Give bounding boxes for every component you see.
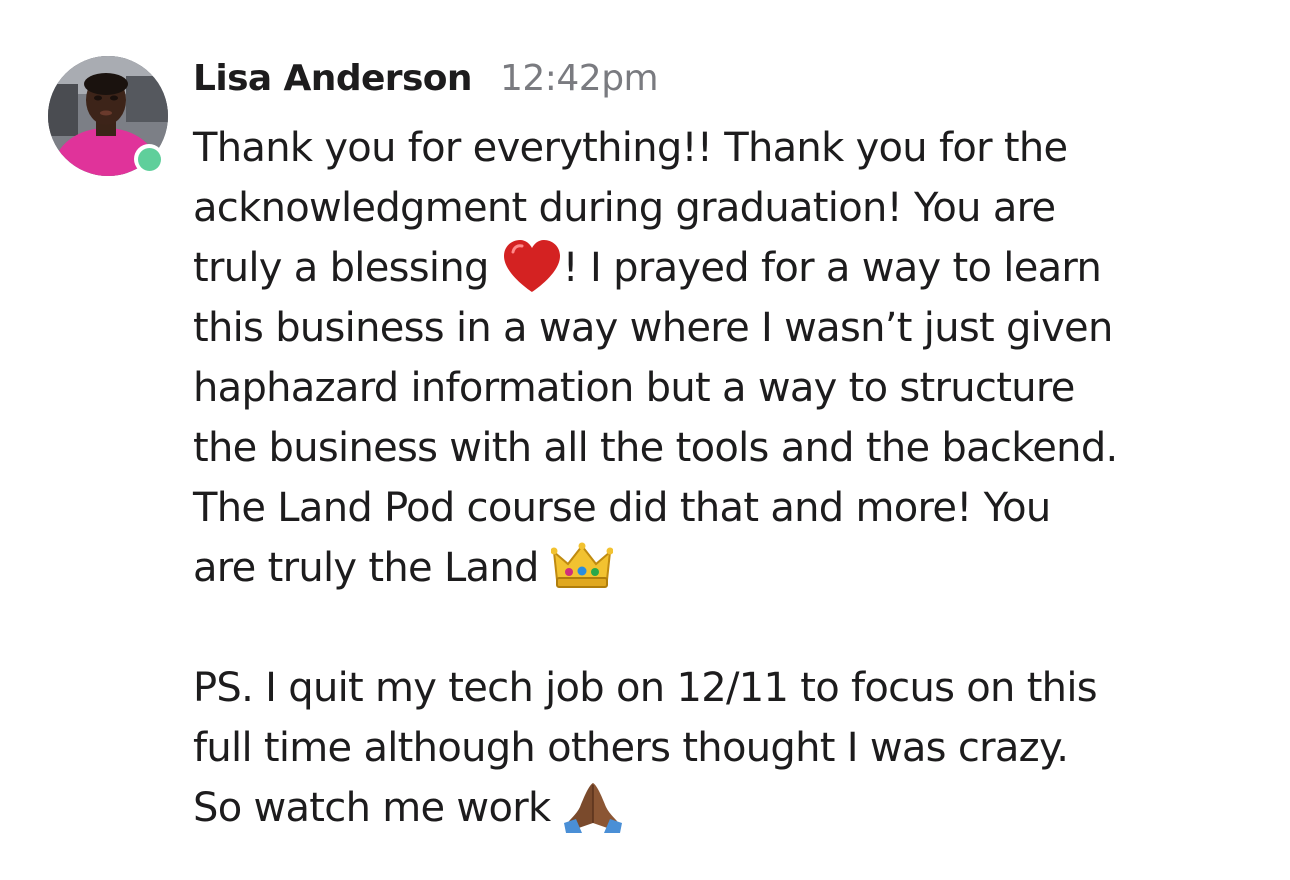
- message-text: the business with all the tools and the …: [193, 425, 1118, 471]
- message-body: Thank you for everything!! Thank you for…: [193, 118, 1273, 838]
- message-text: ! I prayed for a way to learn: [562, 245, 1102, 291]
- message-line: acknowledgment during graduation! You ar…: [193, 178, 1273, 238]
- crown-icon: [550, 542, 613, 590]
- message-text: full time although others thought I was …: [193, 725, 1069, 771]
- red-heart-icon: [501, 238, 563, 294]
- sender-name[interactable]: Lisa Anderson: [193, 58, 473, 99]
- message-line: are truly the Land: [193, 538, 1273, 598]
- chat-message: Lisa Anderson 12:42pm Thank you for ever…: [0, 0, 1290, 880]
- message-header: Lisa Anderson 12:42pm: [193, 58, 659, 110]
- message-line: the business with all the tools and the …: [193, 418, 1273, 478]
- message-line: truly a blessing ! I prayed for a way to…: [193, 238, 1273, 298]
- message-line: Thank you for everything!! Thank you for…: [193, 118, 1273, 178]
- presence-indicator: [134, 144, 164, 174]
- message-line: haphazard information but a way to struc…: [193, 358, 1273, 418]
- message-line: PS. I quit my tech job on 12/11 to focus…: [193, 658, 1273, 718]
- message-line: this business in a way where I wasn’t ju…: [193, 298, 1273, 358]
- message-text: this business in a way where I wasn’t ju…: [193, 305, 1113, 351]
- online-status-icon: [137, 147, 161, 171]
- message-line: full time although others thought I was …: [193, 718, 1273, 778]
- message-text: truly a blessing: [193, 245, 501, 291]
- message-line: So watch me work: [193, 778, 1273, 838]
- message-text: So watch me work: [193, 785, 563, 831]
- message-line: The Land Pod course did that and more! Y…: [193, 478, 1273, 538]
- folded-hands-icon: [562, 779, 624, 833]
- message-text: PS. I quit my tech job on 12/11 to focus…: [193, 665, 1098, 711]
- message-text: The Land Pod course did that and more! Y…: [193, 485, 1051, 531]
- message-text: acknowledgment during graduation! You ar…: [193, 185, 1056, 231]
- message-text: Thank you for everything!! Thank you for…: [193, 125, 1068, 171]
- message-text: are truly the Land: [193, 545, 551, 591]
- message-text: haphazard information but a way to struc…: [193, 365, 1075, 411]
- message-timestamp[interactable]: 12:42pm: [500, 58, 659, 99]
